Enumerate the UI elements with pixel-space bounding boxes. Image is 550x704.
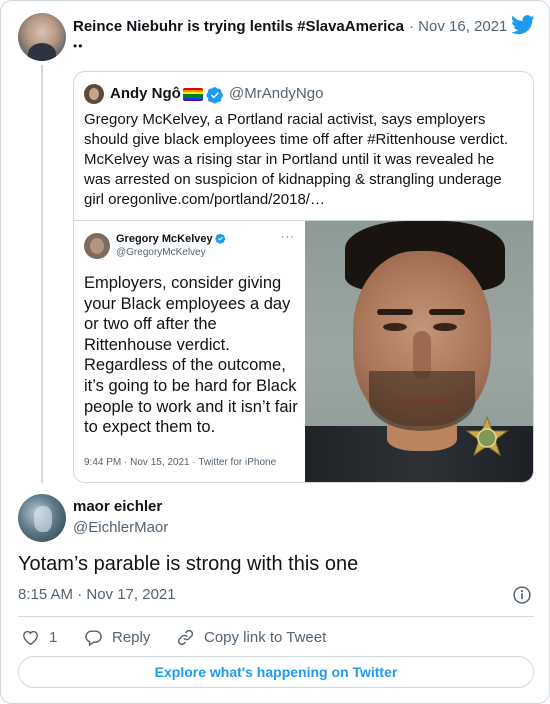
actions-divider — [18, 616, 534, 617]
reply-button[interactable]: Reply — [84, 627, 150, 647]
reply-icon — [85, 629, 102, 646]
copy-link-label: Copy link to Tweet — [204, 628, 327, 646]
verified-icon — [206, 87, 223, 104]
embedded-verified-icon — [215, 233, 226, 244]
quoted-tweet-media[interactable]: Gregory McKelvey @GregoryMcKelvey ··· Em… — [74, 220, 533, 482]
parent-author-avatar[interactable] — [18, 13, 66, 61]
heart-icon — [23, 630, 38, 645]
mugshot-left-eye — [383, 323, 407, 331]
thread-line — [41, 65, 43, 483]
like-button[interactable]: 1 — [21, 627, 57, 647]
mugshot-left-brow — [377, 309, 413, 315]
explore-twitter-button[interactable]: Explore what's happening on Twitter — [18, 656, 534, 688]
quoted-tweet[interactable]: Andy Ngô @MrAndyNgo Gregory McKelvey, a … — [73, 71, 534, 483]
reply-tweet-text: Yotam’s parable is strong with this one — [18, 553, 359, 575]
embedded-author-avatar — [84, 233, 110, 259]
copy-link-button[interactable]: Copy link to Tweet — [176, 627, 326, 647]
reply-timestamp[interactable]: 8:15 AM · Nov 17, 2021 — [18, 586, 176, 603]
parent-tweet-date[interactable]: · Nov 16, 2021 — [409, 18, 507, 35]
rainbow-flag-icon — [183, 88, 203, 101]
embedded-author-handle: @GregoryMcKelvey — [116, 247, 206, 258]
reply-author-avatar[interactable] — [18, 494, 66, 542]
mugshot-mouth — [401, 397, 445, 403]
quoted-author-handle: @MrAndyNgo — [229, 85, 324, 102]
parent-author-name[interactable]: Reince Niebuhr is trying lentils #SlavaA… — [73, 18, 404, 35]
quoted-tweet-text: Gregory McKelvey, a Portland racial acti… — [84, 111, 509, 208]
reply-label: Reply — [112, 628, 151, 646]
mugshot-right-eye — [433, 323, 457, 331]
mugshot-right-brow — [429, 309, 465, 315]
sheriff-badge-icon — [465, 416, 509, 457]
like-count: 1 — [49, 628, 58, 646]
quoted-author-avatar — [84, 84, 104, 104]
quoted-author-name: Andy Ngô — [110, 85, 181, 102]
embedded-more-icon: ··· — [281, 231, 295, 243]
link-icon — [177, 629, 194, 645]
embedded-tweet-screenshot: Gregory McKelvey @GregoryMcKelvey ··· Em… — [74, 221, 304, 482]
reply-author-handle[interactable]: @EichlerMaor — [73, 519, 168, 536]
parent-tweet-text: •• — [73, 39, 84, 53]
info-icon[interactable] — [512, 585, 532, 605]
reply-author-name[interactable]: maor eichler — [73, 498, 162, 515]
twitter-bird-icon[interactable] — [511, 15, 535, 35]
mugshot-photo — [305, 221, 533, 482]
tweet-embed-card: Reince Niebuhr is trying lentils #SlavaA… — [0, 0, 550, 704]
embedded-author-name: Gregory McKelvey — [116, 233, 213, 245]
embedded-tweet-text: Employers, consider giving your Black em… — [84, 274, 298, 437]
embedded-tweet-footer: 9:44 PM · Nov 15, 2021 · Twitter for iPh… — [84, 457, 277, 468]
